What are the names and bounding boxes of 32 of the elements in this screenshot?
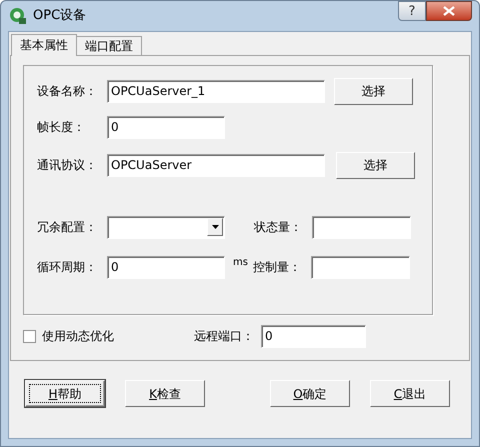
field-label: 远程端口： — [194, 328, 255, 345]
dialog-button[interactable]: C退出 — [370, 380, 450, 407]
field-label: 设备名称： — [37, 83, 98, 100]
field-label: 冗余配置： — [37, 219, 98, 236]
tab[interactable]: 端口配置 — [76, 36, 142, 55]
field-label: 通讯协议： — [37, 157, 98, 174]
redundancy-dropdown[interactable] — [107, 216, 225, 238]
unit-label: ms — [233, 256, 248, 270]
protocol-field[interactable]: OPCUaServer — [107, 154, 325, 176]
close-icon — [443, 6, 455, 16]
tab[interactable]: 基本属性 — [11, 34, 77, 56]
choose-button[interactable]: 选择 — [336, 152, 415, 178]
remote-port-field[interactable]: 0 — [261, 324, 366, 348]
cycle-field[interactable]: 0 — [107, 256, 225, 278]
field-label: 帧长度： — [37, 119, 86, 136]
dialog-button[interactable]: K检查 — [125, 380, 205, 407]
frame-length-field[interactable]: 0 — [107, 116, 225, 138]
device-name-field[interactable]: OPCUaServer_1 — [107, 80, 325, 102]
field-label: 控制量： — [252, 259, 302, 276]
help-button[interactable]: ? — [398, 1, 426, 21]
dialog-button[interactable]: O确定 — [270, 380, 350, 407]
checkbox-label: 使用动态优化 — [42, 328, 115, 345]
app-logo-icon — [9, 7, 27, 25]
status-var-field[interactable] — [312, 216, 411, 238]
dialog-button[interactable]: H帮助 — [25, 380, 105, 407]
field-label: 状态量： — [254, 219, 303, 236]
close-button[interactable] — [426, 1, 472, 21]
control-var-field[interactable] — [310, 256, 410, 278]
field-label: 循环周期： — [37, 259, 98, 276]
checkbox[interactable] — [23, 330, 36, 342]
window-title: OPC设备 — [33, 7, 86, 26]
choose-button[interactable]: 选择 — [334, 78, 413, 104]
